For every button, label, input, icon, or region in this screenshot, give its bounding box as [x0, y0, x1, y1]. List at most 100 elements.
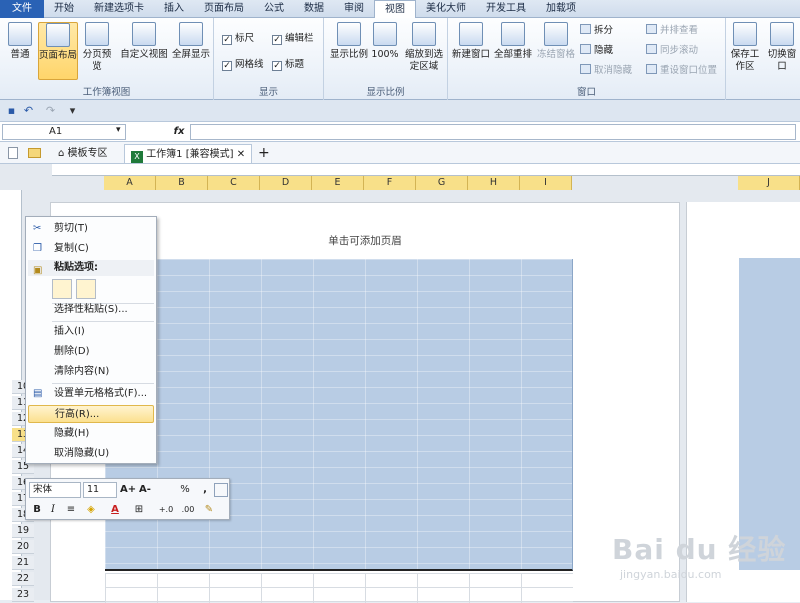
menu-item-cut[interactable]: ✂ 剪切(T): [28, 220, 154, 238]
tab-new[interactable]: 新建选项卡: [84, 0, 154, 18]
paste-values-button[interactable]: [76, 279, 96, 299]
column-header-b[interactable]: B: [156, 176, 208, 190]
column-header-a[interactable]: A: [104, 176, 156, 190]
font-size-select[interactable]: 11: [83, 482, 117, 498]
row-header[interactable]: 21: [12, 556, 34, 570]
merge-center-icon[interactable]: [214, 483, 228, 497]
checkmark-icon: ✓: [272, 61, 282, 71]
menu-item-clear-contents[interactable]: 清除内容(N): [28, 363, 154, 381]
full-screen-button[interactable]: 全屏显示: [170, 22, 212, 80]
save-workspace-button[interactable]: 保存工作区: [728, 22, 762, 80]
menu-item-copy[interactable]: ❐ 复制(C): [28, 240, 154, 258]
name-box-dropdown-icon[interactable]: ▾: [116, 125, 121, 135]
cell-grid[interactable]: [105, 573, 573, 603]
menu-item-hide[interactable]: 隐藏(H): [28, 425, 154, 443]
menu-item-delete[interactable]: 删除(D): [28, 343, 154, 361]
new-window-icon: [459, 22, 483, 46]
tab-template-zone[interactable]: ⌂ 模板专区: [52, 144, 114, 163]
open-folder-icon[interactable]: [28, 148, 41, 158]
column-header-g[interactable]: G: [416, 176, 468, 190]
tab-addins[interactable]: 加载项: [536, 0, 586, 18]
custom-views-button[interactable]: 自定义视图: [118, 22, 170, 80]
font-name-select[interactable]: 宋体: [29, 482, 81, 498]
align-center-icon[interactable]: ≡: [64, 503, 78, 517]
close-tab-icon[interactable]: ✕: [237, 149, 245, 160]
sync-scroll-button[interactable]: 同步滚动: [646, 44, 698, 58]
tab-page-layout[interactable]: 页面布局: [194, 0, 254, 18]
name-box[interactable]: A1: [2, 124, 126, 140]
split-button[interactable]: 拆分: [580, 24, 613, 38]
zoom-to-selection-button[interactable]: 缩放到选定区域: [402, 22, 446, 80]
paste-icon: ▣: [33, 265, 43, 276]
new-file-icon[interactable]: [8, 147, 18, 159]
tab-formulas[interactable]: 公式: [254, 0, 294, 18]
menu-item-insert[interactable]: 插入(I): [28, 323, 154, 341]
page-break-preview-button[interactable]: 分页预览: [80, 22, 114, 80]
copy-icon: ❐: [33, 243, 42, 254]
italic-icon[interactable]: I: [46, 503, 60, 517]
format-painter-icon[interactable]: ✎: [202, 503, 216, 517]
undo-icon[interactable]: ↶: [22, 104, 35, 117]
decrease-decimal-icon[interactable]: .00: [178, 503, 198, 517]
percent-style-icon[interactable]: %: [178, 483, 192, 497]
customize-icon[interactable]: ▾: [66, 104, 79, 117]
column-header-c[interactable]: C: [208, 176, 260, 190]
column-header-d[interactable]: D: [260, 176, 312, 190]
hide-window-button[interactable]: 隐藏: [580, 44, 613, 58]
selected-range[interactable]: [105, 259, 573, 571]
tab-view[interactable]: 视图: [374, 0, 416, 19]
row-header[interactable]: 19: [12, 524, 34, 538]
headings-checkbox[interactable]: ✓ 标题: [272, 58, 304, 72]
paste-option-button[interactable]: [52, 279, 72, 299]
page-layout-view-button[interactable]: 页面布局: [38, 22, 78, 80]
tab-home[interactable]: 开始: [44, 0, 84, 18]
zoom-button[interactable]: 显示比例: [328, 22, 370, 80]
new-window-button[interactable]: 新建窗口: [452, 22, 490, 80]
ruler-checkbox[interactable]: ✓ 标尺: [222, 32, 254, 46]
shrink-font-icon[interactable]: A-: [138, 483, 152, 497]
column-header-h[interactable]: H: [468, 176, 520, 190]
column-header-i[interactable]: I: [520, 176, 572, 190]
tab-developer[interactable]: 开发工具: [476, 0, 536, 18]
tab-data[interactable]: 数据: [294, 0, 334, 18]
normal-view-button[interactable]: 普通: [3, 22, 37, 80]
switch-window-icon: [770, 22, 794, 46]
tab-file[interactable]: 文件: [0, 0, 44, 18]
borders-icon[interactable]: ⊞: [132, 503, 146, 517]
save-icon[interactable]: ▪: [5, 104, 18, 117]
row-header[interactable]: 20: [12, 540, 34, 554]
formula-bar-checkbox[interactable]: ✓ 编辑栏: [272, 32, 314, 46]
unhide-icon: [580, 64, 591, 74]
switch-window-button[interactable]: 切换窗口: [764, 22, 800, 80]
comma-style-icon[interactable]: ,: [198, 483, 212, 497]
menu-item-format-cells[interactable]: ▤ 设置单元格格式(F)...: [28, 385, 154, 403]
redo-icon[interactable]: ↷: [44, 104, 57, 117]
gridlines-checkbox[interactable]: ✓ 网格线: [222, 58, 264, 72]
tab-insert[interactable]: 插入: [154, 0, 194, 18]
freeze-panes-button[interactable]: 冻结窗格: [536, 22, 576, 80]
column-header-f[interactable]: F: [364, 176, 416, 190]
formula-input[interactable]: [190, 124, 796, 140]
grow-font-icon[interactable]: A+: [120, 483, 136, 497]
tab-workbook[interactable]: X 工作簿1 [兼容模式] ✕: [124, 144, 253, 163]
increase-decimal-icon[interactable]: +.0: [156, 503, 176, 517]
insert-function-button[interactable]: fx: [170, 124, 188, 140]
row-header[interactable]: 22: [12, 572, 34, 586]
view-side-by-side-button[interactable]: 并排查看: [646, 24, 698, 38]
menu-item-paste-special[interactable]: 选择性粘贴(S)...: [28, 301, 154, 319]
column-header-e[interactable]: E: [312, 176, 364, 190]
menu-item-row-height[interactable]: 行高(R)...: [28, 405, 154, 423]
reset-window-button[interactable]: 重设窗口位置: [646, 64, 717, 78]
unhide-window-button[interactable]: 取消隐藏: [580, 64, 632, 78]
font-color-icon[interactable]: A: [108, 503, 122, 517]
tab-beautify[interactable]: 美化大师: [416, 0, 476, 18]
zoom-100-button[interactable]: 100%: [370, 22, 400, 80]
tab-review[interactable]: 审阅: [334, 0, 374, 18]
selected-range-page-two[interactable]: [739, 258, 800, 570]
column-header-j[interactable]: J: [738, 176, 800, 190]
menu-item-unhide[interactable]: 取消隐藏(U): [28, 445, 154, 463]
arrange-all-button[interactable]: 全部重排: [492, 22, 534, 80]
bold-icon[interactable]: B: [30, 503, 44, 517]
add-tab-button[interactable]: +: [252, 144, 276, 163]
fill-color-icon[interactable]: ◈: [84, 503, 98, 517]
